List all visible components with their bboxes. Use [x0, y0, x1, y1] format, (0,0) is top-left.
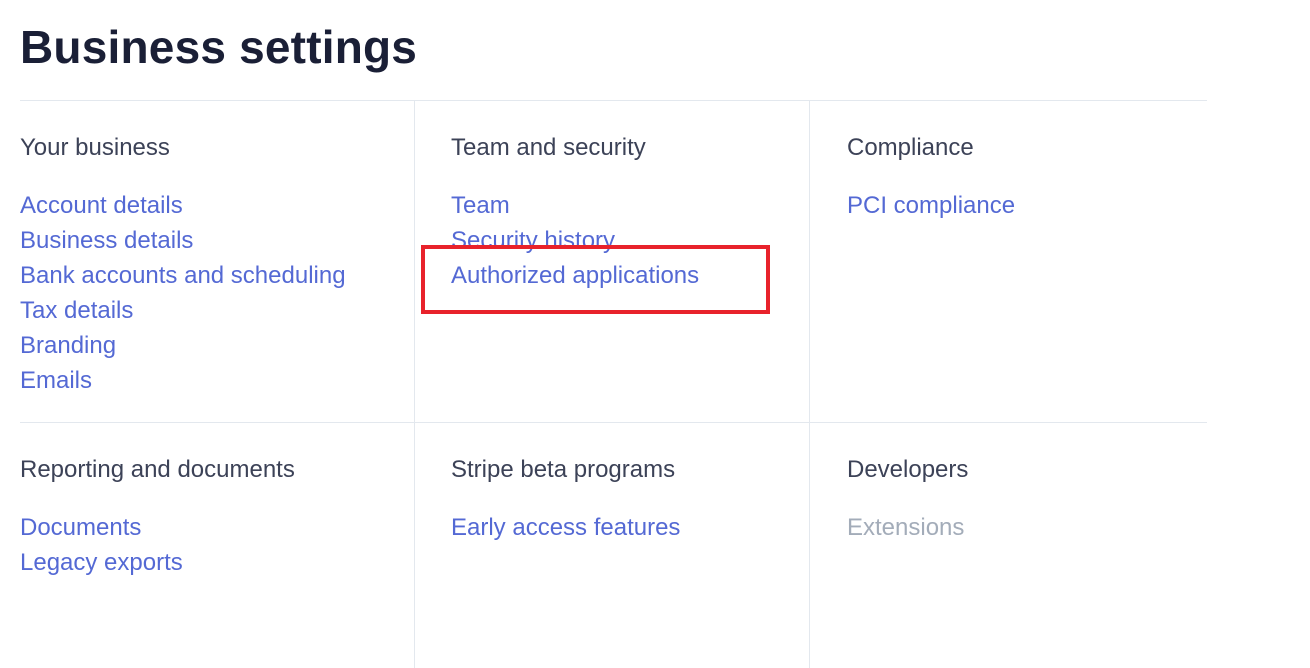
- security-history-link[interactable]: Security history: [451, 223, 699, 258]
- column-divider: [809, 101, 810, 668]
- tax-details-link[interactable]: Tax details: [20, 293, 346, 328]
- legacy-exports-link[interactable]: Legacy exports: [20, 545, 295, 580]
- section-heading: Team and security: [451, 134, 646, 161]
- extensions-link: Extensions: [847, 514, 965, 541]
- authorized-applications-link[interactable]: Authorized applications: [451, 258, 699, 293]
- section-developers: Developers Extensions: [847, 454, 968, 545]
- row-divider: [20, 422, 1207, 423]
- section-heading: Compliance: [847, 134, 974, 161]
- section-stripe-beta-programs: Stripe beta programs Early access featur…: [451, 454, 680, 545]
- early-access-features-link[interactable]: Early access features: [451, 510, 680, 545]
- section-links: Account details Business details Bank ac…: [20, 188, 346, 398]
- section-links: Early access features: [451, 510, 680, 545]
- section-compliance: Compliance PCI compliance: [847, 132, 1015, 223]
- section-links: Documents Legacy exports: [20, 510, 295, 580]
- account-details-link[interactable]: Account details: [20, 188, 346, 223]
- team-link[interactable]: Team: [451, 188, 699, 223]
- business-settings-page: Business settings Your business Account …: [0, 0, 1310, 668]
- section-links: Extensions: [847, 510, 968, 545]
- section-heading: Your business: [20, 134, 170, 161]
- section-reporting-and-documents: Reporting and documents Documents Legacy…: [20, 454, 295, 580]
- section-heading: Stripe beta programs: [451, 456, 676, 483]
- column-divider: [414, 101, 415, 668]
- section-heading: Reporting and documents: [20, 456, 295, 483]
- bank-accounts-link[interactable]: Bank accounts and scheduling: [20, 258, 346, 293]
- business-details-link[interactable]: Business details: [20, 223, 346, 258]
- section-links: Team Security history Authorized applica…: [451, 188, 699, 293]
- documents-link[interactable]: Documents: [20, 510, 295, 545]
- section-team-and-security: Team and security Team Security history …: [451, 132, 699, 293]
- branding-link[interactable]: Branding: [20, 328, 346, 363]
- section-links: PCI compliance: [847, 188, 1015, 223]
- title-divider: [20, 100, 1207, 101]
- pci-compliance-link[interactable]: PCI compliance: [847, 188, 1015, 223]
- section-heading: Developers: [847, 456, 969, 483]
- page-title: Business settings: [20, 21, 418, 73]
- emails-link[interactable]: Emails: [20, 363, 346, 398]
- section-your-business: Your business Account details Business d…: [20, 132, 346, 398]
